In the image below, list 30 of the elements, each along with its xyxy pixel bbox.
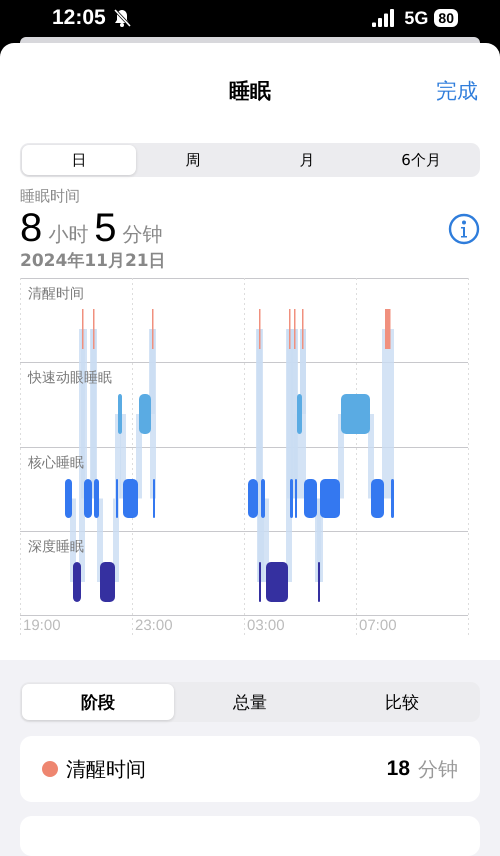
stage-label: 快速动眼睡眠 — [28, 370, 112, 386]
time-label: 03:00 — [247, 617, 285, 634]
stage-duration: 18 — [386, 757, 410, 781]
stage-name: 清醒时间 — [66, 756, 147, 782]
stage-label: 深度睡眠 — [28, 539, 84, 555]
hours-unit: 小时 — [48, 221, 88, 248]
range-tab[interactable]: 6个月 — [364, 145, 478, 175]
time-label: 07:00 — [359, 617, 397, 634]
range-tab[interactable]: 日 — [22, 145, 136, 175]
stage-label: 清醒时间 — [28, 286, 84, 302]
view-tab[interactable]: 总量 — [174, 684, 326, 720]
duration-unit: 分钟 — [418, 756, 458, 782]
network-label: 5G — [404, 8, 428, 29]
clock: 12:05 — [52, 6, 106, 30]
stage-row[interactable]: 清醒时间 18 分钟 — [20, 736, 480, 802]
date-label: 2024年11月21日 — [20, 250, 167, 272]
view-tab[interactable]: 阶段 — [22, 684, 174, 720]
range-tab[interactable]: 周 — [136, 145, 250, 175]
minutes-value: 5 — [94, 206, 116, 251]
view-tab[interactable]: 比较 — [326, 684, 478, 720]
done-button[interactable]: 完成 — [436, 77, 478, 105]
stage-label: 核心睡眠 — [28, 455, 84, 471]
time-label: 23:00 — [135, 617, 173, 634]
hours-value: 8 — [20, 206, 42, 251]
time-label: 19:00 — [23, 617, 61, 634]
minutes-unit: 分钟 — [122, 221, 162, 248]
battery-level: 80 — [434, 9, 458, 28]
range-tab[interactable]: 月 — [250, 145, 364, 175]
summary-label: 睡眠时间 — [20, 187, 81, 206]
screen-title: 睡眠 — [229, 78, 271, 105]
